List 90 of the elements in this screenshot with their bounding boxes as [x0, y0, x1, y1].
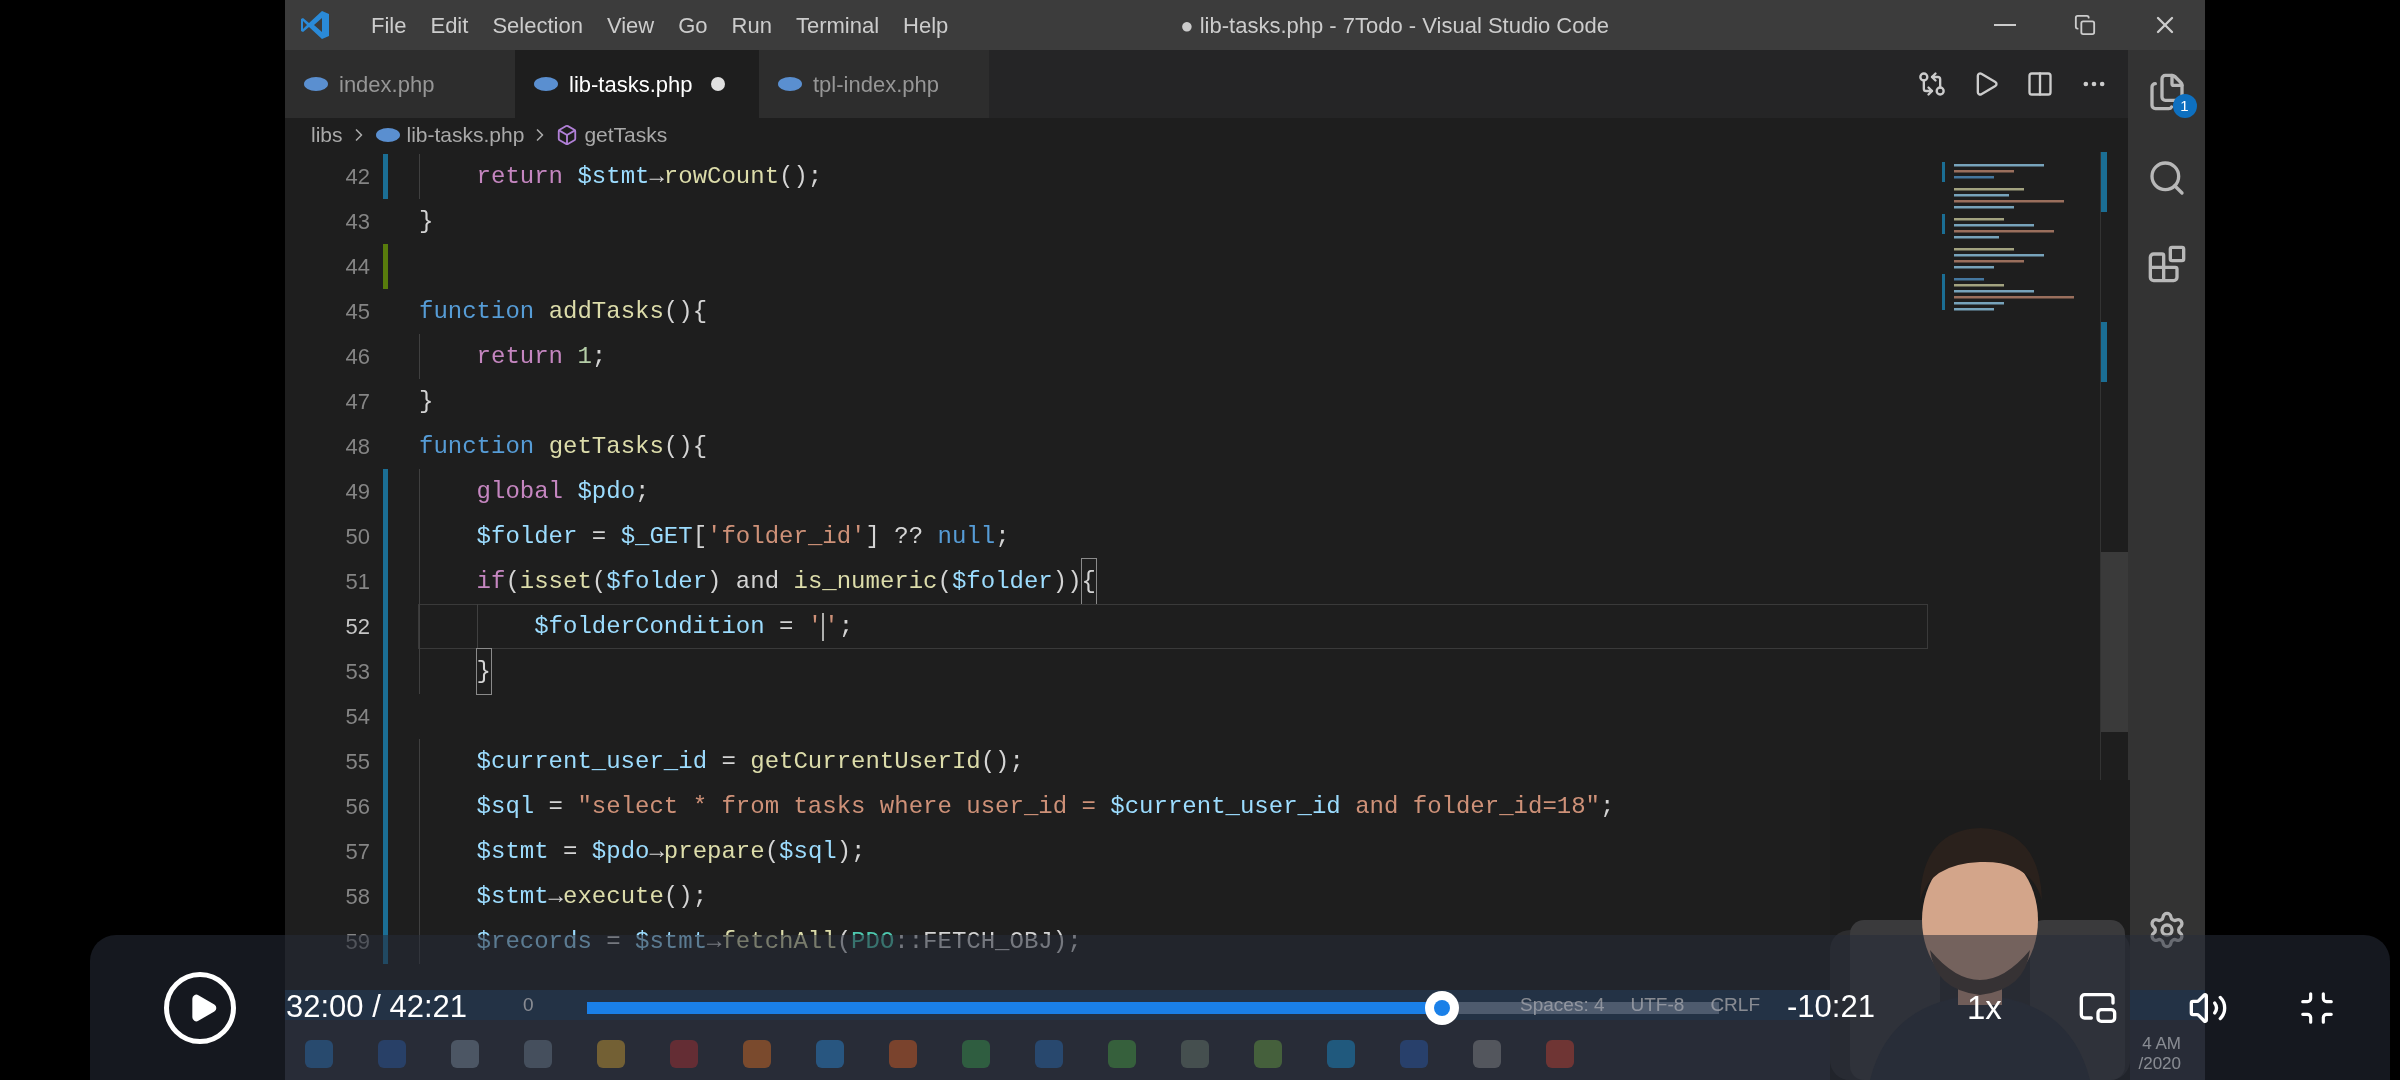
line-number: 55: [344, 748, 370, 776]
menu-item[interactable]: Go: [666, 8, 720, 42]
code-line: $stmt→execute();: [419, 874, 708, 919]
line-number: 50: [344, 523, 370, 551]
code-line: $current_user_id = getCurrentUserId();: [419, 739, 1024, 784]
menu-item[interactable]: File: [359, 8, 419, 42]
code-line: }: [419, 649, 491, 694]
window-title: ● lib-tasks.php - 7Todo - Visual Studio Code: [1180, 11, 1609, 40]
clock-time: 4 AM: [2142, 1034, 2181, 1054]
line-number: 53: [344, 658, 370, 686]
notification-badge: 1: [2172, 94, 2197, 118]
taskbar-app-icon[interactable]: [1400, 1040, 1428, 1068]
play-button[interactable]: [164, 971, 236, 1044]
taskbar-app-icon[interactable]: [962, 1040, 990, 1068]
taskbar-app-icon[interactable]: [743, 1040, 771, 1068]
taskbar-app-icon[interactable]: [378, 1040, 406, 1068]
menu-item[interactable]: View: [594, 8, 667, 42]
time-display: 32:00 / 42:21: [286, 988, 468, 1027]
menu-item[interactable]: Run: [719, 8, 784, 42]
taskbar-app-icon[interactable]: [816, 1040, 844, 1068]
breadcrumb-item[interactable]: libs: [311, 119, 343, 151]
php-file-icon: [533, 76, 559, 92]
line-number: 47: [344, 388, 370, 416]
php-file-icon: [374, 127, 401, 143]
line-number: 45: [344, 298, 370, 326]
line-number: 42: [344, 163, 370, 191]
speed-button[interactable]: 1x: [1966, 982, 2002, 1033]
restore-icon: [2074, 14, 2096, 36]
taskbar-app-icon[interactable]: [1181, 1040, 1209, 1068]
breadcrumb-item[interactable]: lib-tasks.php: [406, 119, 525, 151]
code-line: }: [419, 207, 434, 237]
line-number: 43: [344, 208, 370, 236]
clock-date: /2020: [2138, 1054, 2181, 1074]
line-number: 59: [344, 928, 370, 956]
code-line: return 1;: [419, 334, 607, 379]
line-number: 49: [344, 478, 370, 506]
line-number: 46: [344, 343, 370, 371]
line-number: 57: [344, 838, 370, 866]
code-line: $folderCondition = '';: [419, 604, 854, 649]
taskbar-app-icon[interactable]: [670, 1040, 698, 1068]
taskbar-app-icon[interactable]: [451, 1040, 479, 1068]
cube-icon: [556, 124, 579, 146]
taskbar-app-icon[interactable]: [1327, 1040, 1355, 1068]
line-number: 58: [344, 883, 370, 911]
taskbar-app-icon[interactable]: [1035, 1040, 1063, 1068]
code-line: }: [419, 387, 434, 417]
menu-item[interactable]: Edit: [418, 8, 481, 42]
taskbar-app-icon[interactable]: [1473, 1040, 1501, 1068]
code-line: $sql = "select * from tasks where user_id = $current_user_id and folder_id=18";: [419, 784, 1615, 829]
code-line: $folder = $_GET['folder_id'] ?? null;: [419, 514, 1010, 559]
line-number: 48: [344, 433, 370, 461]
editor-tab[interactable]: lib-tasks.php: [515, 50, 759, 118]
minimize-icon: [1994, 24, 2016, 26]
menu-item[interactable]: Selection: [480, 8, 595, 42]
extensions-icon[interactable]: [2146, 244, 2187, 284]
line-number: 56: [344, 793, 370, 821]
taskbar-app-icon[interactable]: [305, 1040, 333, 1068]
code-line: function addTasks(){: [419, 297, 708, 327]
scroll-marker: [2101, 152, 2107, 212]
line-number: 54: [344, 703, 370, 731]
code-line: $records = $stmt→fetchAll(PDO::FETCH_OBJ);: [419, 919, 1082, 964]
taskbar-app-icon[interactable]: [1546, 1040, 1574, 1068]
scrollbar-thumb[interactable]: [2101, 552, 2128, 732]
code-line: return $stmt→rowCount();: [419, 154, 823, 199]
taskbar-app-icon[interactable]: [1254, 1040, 1282, 1068]
status-item[interactable]: 0: [515, 990, 542, 1020]
taskbar-app-icon[interactable]: [1108, 1040, 1136, 1068]
menu-item[interactable]: Terminal: [783, 8, 892, 42]
menu-item[interactable]: Help: [891, 8, 961, 42]
editor-tab[interactable]: tpl-index.php: [759, 50, 989, 118]
logo-icon: [299, 9, 331, 41]
taskbar-app-icon[interactable]: [889, 1040, 917, 1068]
split-editor-icon[interactable]: [2026, 70, 2054, 98]
line-number: 52: [344, 613, 370, 641]
taskbar-app-icon[interactable]: [524, 1040, 552, 1068]
compare-icon[interactable]: [1918, 70, 1946, 98]
code-line: $stmt = $pdo→prepare($sql);: [419, 829, 866, 874]
taskbar-app-icon[interactable]: [597, 1040, 625, 1068]
scroll-marker: [2101, 322, 2107, 382]
editor-tab[interactable]: index.php: [285, 50, 515, 118]
php-file-icon: [303, 76, 329, 92]
code-line: function getTasks(){: [419, 432, 708, 462]
line-number: 51: [344, 568, 370, 596]
remaining-time: -10:21: [1787, 988, 1875, 1027]
line-number: 44: [344, 253, 370, 281]
php-file-icon: [777, 76, 803, 92]
status-item[interactable]: CRLF: [1710, 990, 1760, 1020]
code-line: global $pdo;: [419, 469, 650, 514]
breadcrumb-item[interactable]: getTasks: [584, 119, 668, 151]
code-line: if(isset($folder) and is_numeric($folder)){: [419, 559, 1096, 604]
